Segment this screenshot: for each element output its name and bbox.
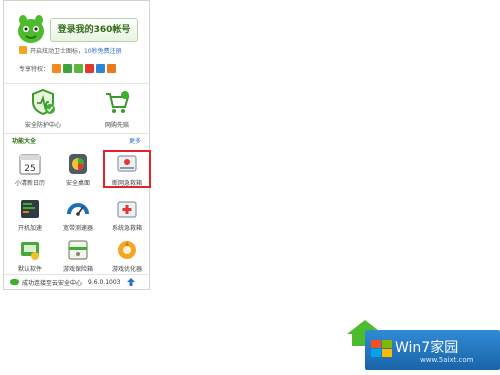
security-center-label: 安全防护中心: [24, 122, 61, 129]
promo-row: 开启炫动卫士图标， 10秒免费注册: [19, 44, 122, 56]
privilege-row: 专享特权：: [19, 62, 118, 74]
game-optimizer-icon: [118, 241, 136, 259]
shopping-compensation-label: 网购先赔: [104, 122, 129, 129]
watermark-url: www.5aixt.com: [420, 356, 474, 364]
divider: [4, 83, 149, 84]
speedometer-icon: [67, 203, 89, 216]
tool-label: 系统急救箱: [111, 225, 142, 232]
windows-logo-icon: [371, 340, 392, 357]
highlight-box: [103, 150, 151, 188]
shield-monitor-icon: [32, 88, 55, 116]
cloud-icon: [10, 279, 19, 285]
watermark-logo: Win7家园 www.5aixt.com: [345, 318, 500, 375]
security-popup-panel: 登录我的360帐号 开启炫动卫士图标， 10秒免费注册 专享特权： 安全防护中心: [3, 0, 151, 290]
boot-speedup-icon: [21, 200, 39, 218]
tool-calendar[interactable]: 25 小清新日历: [8, 152, 52, 192]
lightbulb-icon: [19, 46, 27, 54]
tool-label: 游戏保险箱: [62, 266, 93, 273]
tool-boot-speedup[interactable]: 开机加速: [8, 197, 52, 237]
privilege-orange-icon[interactable]: [52, 63, 62, 73]
tool-label: 开机加速: [17, 225, 42, 232]
security-center-item[interactable]: 安全防护中心: [13, 86, 73, 131]
tool-game-safe[interactable]: 游戏保险箱: [56, 238, 100, 278]
calendar-icon: 25: [19, 154, 41, 175]
tool-game-optimizer[interactable]: 游戏优化器: [105, 238, 149, 278]
shopping-cart-icon: [106, 91, 130, 113]
watermark-text: Win7家园: [395, 340, 459, 356]
tool-speed-test[interactable]: 宽带测速器: [56, 197, 100, 237]
version-text: 9.6.0.1003: [88, 278, 121, 286]
upgrade-arrow-icon[interactable]: [127, 278, 136, 286]
tool-system-rescue[interactable]: 系统急救箱: [105, 197, 149, 237]
tool-label: 默认软件: [17, 266, 42, 273]
login-account-button[interactable]: 登录我的360帐号: [50, 18, 138, 42]
default-software-icon: [21, 242, 39, 260]
section-title: 功能大全: [12, 138, 37, 145]
register-link[interactable]: 10秒免费注册: [84, 46, 122, 55]
status-text: 成功连接至云安全中心: [22, 279, 83, 287]
privilege-green-icon[interactable]: [63, 63, 73, 73]
tool-safe-desktop[interactable]: 安全桌面: [56, 152, 100, 192]
status-bar: 成功连接至云安全中心 9.6.0.1003: [4, 275, 149, 289]
more-link[interactable]: 更多: [129, 136, 141, 145]
privilege-blue-icon[interactable]: [96, 63, 106, 73]
watermark-box: Win7家园 www.5aixt.com: [365, 330, 500, 370]
privilege-mascot-icon[interactable]: [74, 63, 84, 73]
tool-label: 宽带测速器: [62, 225, 93, 232]
tool-label: 小清新日历: [14, 180, 45, 187]
privilege-gift-icon[interactable]: [85, 63, 95, 73]
tool-label: 游戏优化器: [111, 266, 142, 273]
tool-label: 安全桌面: [65, 180, 90, 187]
mascot-icon: [18, 15, 44, 43]
tool-default-software[interactable]: 默认软件: [8, 238, 52, 278]
calendar-day: 25: [24, 164, 35, 174]
shopping-compensation-item[interactable]: 网购先赔: [87, 86, 147, 131]
account-header: 登录我的360帐号 开启炫动卫士图标， 10秒免费注册 专享特权：: [4, 1, 149, 83]
privilege-game-icon[interactable]: [107, 63, 117, 73]
game-safe-icon: [68, 240, 88, 260]
promo-text: 开启炫动卫士图标，: [30, 47, 85, 55]
divider: [4, 133, 149, 134]
privilege-label: 专享特权：: [19, 65, 50, 73]
system-rescue-icon: [117, 201, 137, 218]
desktop-icon: [69, 154, 87, 174]
